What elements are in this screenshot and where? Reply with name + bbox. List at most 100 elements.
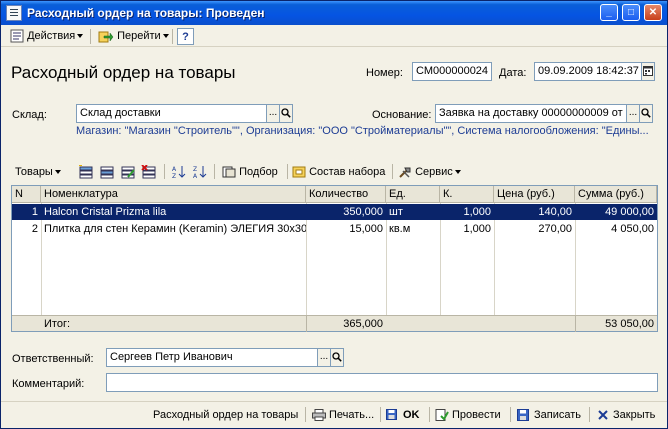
- separator: [164, 164, 165, 179]
- row-unit: шт: [389, 206, 403, 218]
- minimize-button[interactable]: _: [600, 4, 618, 21]
- row-price: 140,00: [538, 206, 572, 218]
- printer-icon: [312, 409, 326, 422]
- chevron-down-icon: [77, 34, 84, 39]
- separator: [214, 164, 215, 179]
- warehouse-open-button[interactable]: [279, 104, 293, 123]
- ok-button[interactable]: OK: [386, 407, 420, 424]
- service-menu[interactable]: Сервис: [398, 163, 461, 181]
- row-name: Halcon Cristal Prizma lila: [44, 206, 167, 218]
- separator: [287, 164, 288, 179]
- sort-ascending-icon[interactable]: AZ: [171, 165, 187, 179]
- search-icon: [281, 108, 291, 118]
- basis-field[interactable]: Заявка на доставку 00000000009 от: [435, 104, 627, 123]
- svg-text:Z: Z: [193, 166, 197, 173]
- basis-open-button[interactable]: [639, 104, 653, 123]
- row-number: 2: [31, 223, 38, 235]
- selection-button[interactable]: Подбор: [222, 163, 278, 181]
- basis-select-button[interactable]: ...: [626, 104, 640, 123]
- help-button[interactable]: ?: [177, 28, 194, 45]
- service-menu-label: Сервис: [415, 166, 453, 178]
- close-window-button[interactable]: ✕: [644, 4, 662, 21]
- separator: [429, 407, 430, 422]
- actions-menu[interactable]: Действия: [7, 28, 86, 45]
- goto-menu[interactable]: Перейти: [95, 28, 172, 45]
- edit-row-icon[interactable]: [120, 165, 136, 179]
- row-sum: 49 000,00: [605, 206, 654, 218]
- floppy-icon: [517, 409, 529, 422]
- column-header-n[interactable]: N: [12, 186, 41, 203]
- sort-descending-icon[interactable]: ZA: [192, 165, 208, 179]
- actions-menu-label: Действия: [27, 30, 76, 42]
- responsible-open-button[interactable]: [330, 348, 344, 367]
- bottom-button-bar: Расходный ордер на товары Печать... OK П…: [1, 401, 667, 428]
- row-k: 1,000: [463, 223, 491, 235]
- table-row[interactable]: 2 Плитка для стен Керамин (Keramin) ЭЛЕГ…: [12, 221, 657, 237]
- save-close-icon: [386, 409, 397, 421]
- maximize-button[interactable]: □: [622, 4, 640, 21]
- chevron-down-icon: [454, 170, 461, 175]
- separator: [172, 29, 173, 44]
- add-row-icon[interactable]: [78, 165, 94, 179]
- tools-icon: [399, 167, 411, 178]
- delete-row-icon[interactable]: [141, 165, 157, 179]
- post-button[interactable]: Провести: [435, 407, 501, 424]
- column-header-price[interactable]: Цена (руб.): [494, 186, 575, 203]
- separator: [589, 407, 590, 422]
- number-label: Номер:: [366, 67, 403, 79]
- row-quantity: 15,000: [349, 223, 383, 235]
- kit-icon: [292, 166, 306, 178]
- print-form-button[interactable]: Расходный ордер на товары: [153, 407, 298, 424]
- responsible-field[interactable]: Сергеев Петр Иванович: [106, 348, 318, 367]
- window-title: Расходный ордер на товары: Проведен: [27, 6, 265, 20]
- column-header-k[interactable]: К.: [440, 186, 494, 203]
- save-label: Записать: [534, 409, 582, 421]
- calendar-button[interactable]: [641, 62, 655, 81]
- menu-bar: Действия Перейти ?: [1, 25, 667, 47]
- close-button[interactable]: Закрыть: [596, 407, 655, 424]
- table-row[interactable]: 1 Halcon Cristal Prizma lila 350,000 шт …: [12, 204, 657, 220]
- kit-contents-button[interactable]: Состав набора: [292, 163, 385, 181]
- responsible-label: Ответственный:: [12, 353, 94, 365]
- title-bar[interactable]: Расходный ордер на товары: Проведен _ □ …: [1, 1, 667, 25]
- print-label: Печать...: [329, 409, 375, 421]
- copy-row-icon[interactable]: [99, 165, 115, 179]
- basis-label: Основание:: [372, 109, 432, 121]
- page-title: Расходный ордер на товары: [11, 63, 236, 82]
- actions-icon: [10, 29, 24, 43]
- date-field[interactable]: 09.09.2009 18:42:37: [534, 62, 642, 81]
- post-label: Провести: [452, 409, 501, 421]
- goods-toolbar: Товары AZ ZA Подбор Состав набора Сервис: [11, 161, 661, 183]
- row-number: 1: [31, 206, 38, 218]
- separator: [90, 29, 91, 44]
- print-button[interactable]: Печать...: [312, 407, 374, 424]
- warehouse-select-button[interactable]: ...: [266, 104, 280, 123]
- number-field[interactable]: СМ000000024: [412, 62, 492, 81]
- total-label: Итог:: [44, 318, 71, 330]
- save-button[interactable]: Записать: [517, 407, 581, 424]
- comment-field[interactable]: [106, 373, 658, 392]
- row-price: 270,00: [538, 223, 572, 235]
- row-quantity: 350,000: [343, 206, 383, 218]
- column-header-quantity[interactable]: Количество: [306, 186, 386, 203]
- separator: [305, 407, 306, 422]
- goods-menu[interactable]: Товары: [15, 163, 61, 181]
- column-header-name[interactable]: Номенклатура: [41, 186, 306, 203]
- post-document-icon: [435, 409, 449, 422]
- goods-menu-label: Товары: [15, 166, 53, 178]
- goods-table[interactable]: N Номенклатура Количество Ед. К. Цена (р…: [11, 185, 658, 332]
- store-info-link[interactable]: Магазин: "Магазин "Строитель"", Организа…: [76, 125, 658, 137]
- total-sum: 53 050,00: [575, 316, 657, 332]
- warehouse-label: Склад:: [12, 109, 47, 121]
- table-totals-row: Итог: 365,000 53 050,00: [12, 315, 657, 332]
- comment-label: Комментарий:: [12, 378, 85, 390]
- window: Расходный ордер на товары: Проведен _ □ …: [0, 0, 668, 429]
- kit-contents-label: Состав набора: [309, 166, 386, 178]
- column-header-sum[interactable]: Сумма (руб.): [575, 186, 657, 203]
- responsible-select-button[interactable]: ...: [317, 348, 331, 367]
- separator: [510, 407, 511, 422]
- warehouse-field[interactable]: Склад доставки: [76, 104, 267, 123]
- column-header-unit[interactable]: Ед.: [386, 186, 440, 203]
- search-icon: [641, 108, 651, 118]
- selection-icon: [222, 166, 236, 178]
